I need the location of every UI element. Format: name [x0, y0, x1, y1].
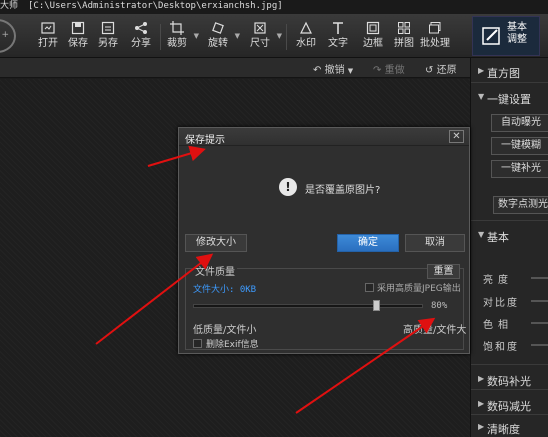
overwrite-question: 是否覆盖原图片?	[305, 185, 381, 196]
divider	[471, 389, 548, 390]
share-icon	[126, 18, 156, 38]
dialog-title: 保存提示	[185, 135, 225, 146]
close-icon: ✕	[452, 131, 461, 142]
basic-section[interactable]: ▼ 基本	[471, 224, 548, 248]
save-icon	[63, 18, 93, 38]
cancel-button[interactable]: 取消	[405, 234, 465, 252]
chevron-down-icon[interactable]: ▼	[235, 32, 240, 40]
brightness-label: 亮度	[483, 275, 513, 286]
rotate-button[interactable]: 旋转 ▼	[203, 18, 240, 56]
save-as-button[interactable]: 另存	[93, 18, 123, 56]
crop-icon	[162, 18, 192, 38]
high-quality-jpeg-checkbox[interactable]	[365, 283, 374, 292]
divider	[471, 414, 548, 415]
low-quality-label: 低质量/文件小	[193, 325, 257, 336]
watermark-button[interactable]: 水印	[291, 18, 321, 56]
app-logo[interactable]: +	[0, 19, 16, 53]
share-button[interactable]: 分享	[126, 18, 156, 56]
divider	[471, 82, 548, 83]
toolbar-divider	[286, 24, 287, 50]
chevron-down-icon: ▼	[478, 230, 485, 239]
text-icon	[323, 18, 353, 38]
redo-button[interactable]: ↷ 重做	[373, 61, 405, 76]
border-button[interactable]: 边框	[358, 18, 388, 56]
hue-slider[interactable]	[531, 322, 548, 324]
chevron-right-icon: ▶	[478, 399, 485, 408]
reset-button[interactable]: 重置	[427, 264, 460, 279]
divider	[471, 364, 548, 365]
close-button[interactable]: ✕	[449, 130, 464, 143]
dialog-title-bar[interactable]: 保存提示 ✕	[179, 128, 469, 146]
redo-icon: ↷	[373, 65, 382, 76]
batch-button[interactable]: 批处理	[420, 18, 450, 56]
confirm-button[interactable]: 确定	[337, 234, 399, 252]
high-quality-label: 高质量/文件大	[403, 325, 467, 336]
hue-label: 色相	[483, 320, 513, 331]
one-click-fill-button[interactable]: 一键补光	[491, 160, 548, 178]
adjust-icon	[482, 27, 500, 45]
one-click-blur-button[interactable]: 一键模糊	[491, 137, 548, 155]
quality-group-title: 文件质量	[193, 263, 237, 278]
collage-button[interactable]: 拼图	[389, 18, 419, 56]
undo-icon: ↶	[313, 65, 322, 76]
saturation-slider[interactable]	[531, 344, 548, 346]
quality-slider-thumb[interactable]	[373, 300, 380, 311]
one-click-section[interactable]: ▼ 一键设置	[471, 86, 548, 110]
auto-exposure-button[interactable]: 自动曝光	[491, 114, 548, 132]
basic-adjust-button[interactable]: 基本调整	[472, 16, 540, 56]
contrast-slider[interactable]	[531, 300, 548, 302]
chevron-down-icon[interactable]: ▼	[194, 32, 199, 40]
resize-icon	[245, 18, 275, 38]
text-button[interactable]: 文字	[323, 18, 353, 56]
chevron-down-icon: ▼	[347, 67, 354, 75]
chevron-right-icon: ▶	[478, 422, 485, 431]
main-toolbar: + 打开 保存 另存 分享 裁剪 ▼ 旋转 ▼ 尺寸 ▼ 水印 文字 边框 拼图…	[0, 14, 548, 58]
open-icon	[33, 18, 63, 38]
digital-metering-button[interactable]: 数字点测光	[493, 196, 548, 214]
histogram-section[interactable]: ▶ 直方图	[471, 60, 548, 84]
toolbar-divider	[160, 24, 161, 50]
restore-icon: ↺	[425, 65, 434, 76]
saturation-label: 饱和度	[483, 342, 519, 353]
open-button[interactable]: 打开	[33, 18, 63, 56]
quality-percent: 80%	[431, 301, 448, 311]
app-title: 大师	[0, 1, 19, 11]
border-icon	[358, 18, 388, 38]
chevron-down-icon: ▼	[478, 92, 485, 101]
size-button[interactable]: 尺寸 ▼	[245, 18, 282, 56]
file-path: [C:\Users\Administrator\Desktop\erxianch…	[28, 1, 283, 11]
question-icon: !	[279, 178, 297, 196]
watermark-icon	[291, 18, 321, 38]
modify-size-button[interactable]: 修改大小	[185, 234, 247, 252]
save-as-icon	[93, 18, 123, 38]
brightness-slider[interactable]	[531, 277, 548, 279]
history-bar: ↶ 撤销 ▼ ↷ 重做 ↺ 还原	[0, 58, 470, 78]
delete-exif-checkbox[interactable]	[193, 339, 202, 348]
save-prompt-dialog: 保存提示 ✕ ! 是否覆盖原图片? 修改大小 确定 取消 文件质量 重置 文件大…	[178, 127, 470, 354]
title-bar: 大师 [C:\Users\Administrator\Desktop\erxia…	[0, 0, 548, 14]
collage-icon	[389, 18, 419, 38]
file-size-label: 文件大小: 0KB	[193, 285, 257, 295]
right-panel: ▶ 直方图 ▼ 一键设置 自动曝光 一键模糊 一键补光 数字点测光 ▼ 基本 亮…	[470, 58, 548, 437]
chevron-down-icon[interactable]: ▼	[277, 32, 282, 40]
sharpness-section[interactable]: ▶ 清晰度	[471, 416, 548, 437]
crop-button[interactable]: 裁剪 ▼	[162, 18, 199, 56]
divider	[471, 220, 548, 221]
save-button[interactable]: 保存	[63, 18, 93, 56]
delete-exif-label: 删除Exif信息	[206, 340, 259, 350]
undo-button[interactable]: ↶ 撤销 ▼	[313, 61, 353, 76]
quality-slider[interactable]	[193, 304, 423, 308]
batch-icon	[420, 18, 450, 38]
contrast-label: 对比度	[483, 298, 519, 309]
high-quality-jpeg-label: 采用高质量JPEG输出	[377, 284, 461, 294]
chevron-right-icon: ▶	[478, 374, 485, 383]
chevron-right-icon: ▶	[478, 66, 485, 75]
restore-button[interactable]: ↺ 还原	[425, 61, 457, 76]
rotate-icon	[203, 18, 233, 38]
